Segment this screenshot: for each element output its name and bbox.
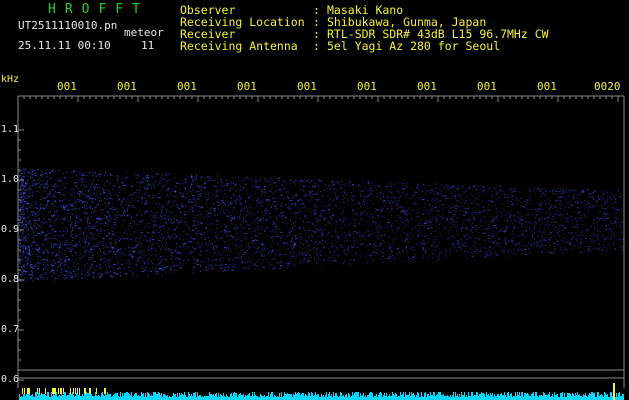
x-tick-label: 001 xyxy=(297,80,317,93)
signal-baseline xyxy=(19,388,624,400)
app-title: HROFFT xyxy=(48,2,149,17)
x-tick-label: 001 xyxy=(237,80,257,93)
y-tick-label: 0.8 xyxy=(1,274,20,285)
x-tick-label: 001 xyxy=(357,80,377,93)
antenna-label: Receiving Antenna xyxy=(180,39,298,53)
x-tick-label: 001 xyxy=(177,80,197,93)
frequency-tick-marks xyxy=(18,129,24,381)
x-tick-label: 0020 xyxy=(594,80,621,93)
antenna-value: 5el Yagi Az 280 for Seoul xyxy=(327,39,501,53)
x-tick-label: 001 xyxy=(537,80,557,93)
meteor-echo-noise xyxy=(19,168,625,282)
timestamp: 25.11.11 00:10 xyxy=(18,39,111,52)
x-tick-label: 001 xyxy=(477,80,497,93)
y-tick-label: 1.0 xyxy=(1,174,20,185)
current-time-marker xyxy=(613,383,615,400)
antenna-colon: : xyxy=(313,39,320,53)
y-tick-label: 0.9 xyxy=(1,224,20,235)
time-tick-marks xyxy=(17,96,625,102)
x-tick-label: 001 xyxy=(417,80,437,93)
y-tick-label: 0.6 xyxy=(1,374,20,385)
file-name: UT2511110010.pn xyxy=(18,19,118,32)
y-tick-label: 0.7 xyxy=(1,324,20,335)
meteor-tag: meteor xyxy=(124,26,164,39)
y-tick-label: 1.1 xyxy=(1,124,20,135)
frequency-unit: kHz xyxy=(1,74,20,85)
x-tick-label: 001 xyxy=(117,80,137,93)
extra-value: 11 xyxy=(141,39,155,52)
x-tick-label: 001 xyxy=(57,80,77,93)
spectrogram-plot xyxy=(17,95,625,400)
